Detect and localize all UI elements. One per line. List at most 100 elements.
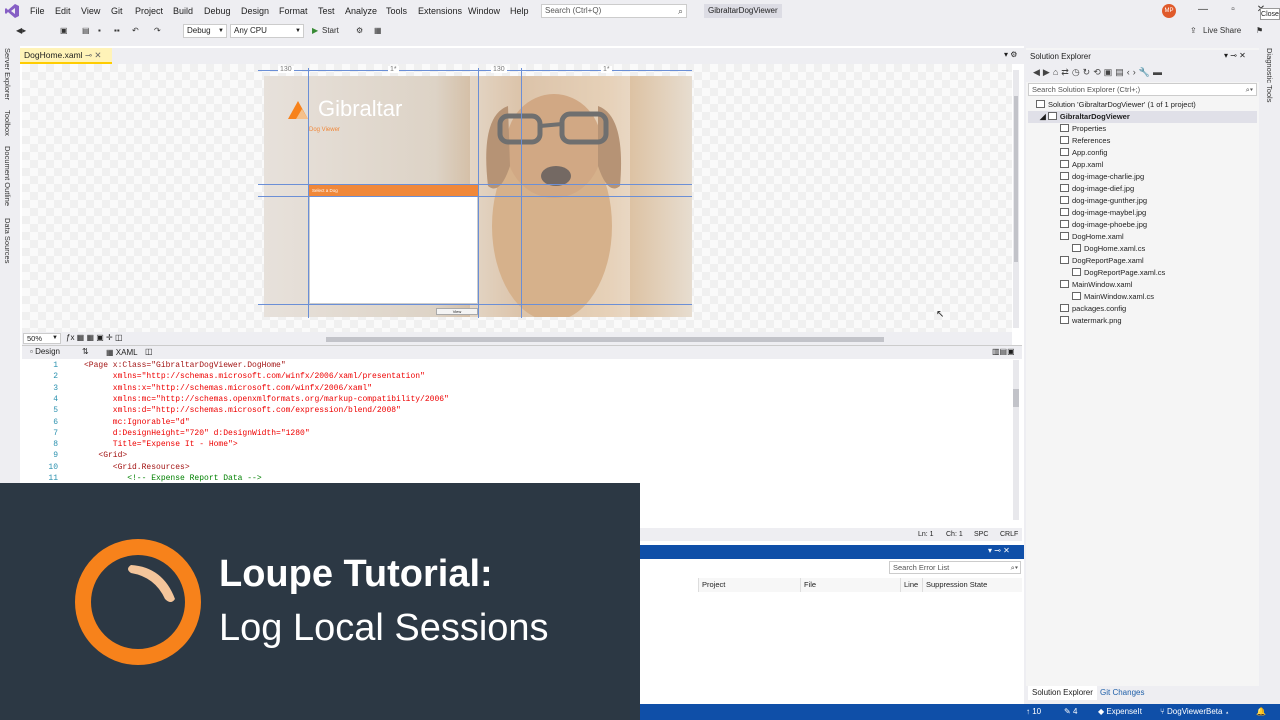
tree-item[interactable]: MainWindow.xaml.cs [1072,291,1154,303]
start-button[interactable]: Start [322,24,339,38]
avatar[interactable]: MP [1162,4,1176,18]
solution-explorer-search-input[interactable]: Search Solution Explorer (Ctrl+;) ⌕▾ [1028,83,1257,96]
notifications-icon[interactable]: 🔔 [1256,704,1266,720]
tree-item[interactable]: DogHome.xaml [1060,231,1124,243]
code-line[interactable]: d:DesignHeight="720" d:DesignWidth="1280… [84,429,310,438]
menu-debug[interactable]: Debug [204,0,231,22]
tree-item[interactable]: App.xaml [1060,159,1103,171]
tab-design[interactable]: ▫ Design [30,347,60,356]
tree-item[interactable]: References [1060,135,1110,147]
pending-changes[interactable]: ✎ 4 [1064,704,1077,720]
minimize-icon[interactable]: — [1188,0,1218,22]
error-list-window-icons[interactable]: ▾ ⊸ ✕ [988,546,1010,555]
code-line[interactable]: Title="Expense It - Home"> [84,440,238,449]
tab-overflow-icon[interactable]: ▾ ⚙ [1004,50,1017,59]
ruler-mark[interactable]: 1* [388,66,399,73]
tab-diagnostic-tools[interactable]: Diagnostic Tools [1265,48,1274,102]
back-icon[interactable]: ◀▸ [16,24,26,38]
tree-item[interactable]: DogReportPage.xaml [1060,255,1144,267]
start-icon[interactable]: ▶ [312,24,318,38]
code-line[interactable]: <Grid.Resources> [84,463,190,472]
line-ending-indicator[interactable]: CRLF [1000,531,1018,538]
feedback-icon[interactable]: ⚑ [1256,24,1263,38]
redo-icon[interactable]: ↷ [154,24,161,38]
repository-name[interactable]: ◆ ExpenseIt [1098,704,1142,720]
platform-select[interactable]: Any CPU ▼ [230,24,304,38]
menu-test[interactable]: Test [318,0,335,22]
menu-window[interactable]: Window [468,0,500,22]
hot-reload-icon[interactable]: ⚙ [356,24,363,38]
tab-xaml[interactable]: ▦ XAML [106,348,138,357]
ruler-mark[interactable]: 1* [601,66,612,73]
tree-item[interactable]: dog-image-maybel.jpg [1060,207,1146,219]
code-line[interactable]: <!-- Expense Report Data --> [84,474,261,483]
menu-git[interactable]: Git [111,0,123,22]
popout-xaml-icon[interactable]: ◫ [145,347,153,356]
live-share-button[interactable]: Live Share [1203,24,1241,38]
code-vscroll-thumb[interactable] [1013,389,1019,407]
tree-item[interactable]: packages.config [1060,303,1126,315]
tab-data-sources[interactable]: Data Sources [3,218,12,263]
new-project-icon[interactable]: ▣ [60,24,68,38]
menu-analyze[interactable]: Analyze [345,0,377,22]
error-list-search-input[interactable]: Search Error List ⌕▾ [889,561,1021,574]
tree-item[interactable]: dog-image-dief.jpg [1060,183,1134,195]
tree-item[interactable]: App.config [1060,147,1107,159]
tree-solution[interactable]: Solution 'GibraltarDogViewer' (1 of 1 pr… [1036,99,1196,111]
code-vertical-scrollbar[interactable] [1013,360,1019,520]
column-file[interactable]: File [800,578,900,592]
tree-project[interactable]: ◢ GibraltarDogViewer [1040,111,1130,123]
open-icon[interactable]: ▤ [82,24,90,38]
code-line[interactable]: xmlns:mc="http://schemas.openxmlformats.… [84,395,449,404]
column-line[interactable]: Line [900,578,922,592]
menu-format[interactable]: Format [279,0,308,22]
whitespace-indicator[interactable]: SPC [974,531,988,538]
view-button[interactable]: View [436,308,478,315]
designer-vscroll-thumb[interactable] [1014,96,1018,262]
tree-item[interactable]: dog-image-phoebe.jpg [1060,219,1147,231]
live-share-icon[interactable]: ⇪ [1190,24,1197,38]
code-line[interactable]: xmlns="http://schemas.microsoft.com/winf… [84,372,425,381]
dog-list-box[interactable] [309,196,478,304]
designer-grid-options-icon[interactable]: ƒx ▦ ▦ ▣ ✛ ◫ [66,333,123,342]
tree-item[interactable]: watermark.png [1060,315,1122,327]
menu-help[interactable]: Help [510,0,529,22]
ruler-mark[interactable]: 130 [491,66,507,73]
tab-document-outline[interactable]: Document Outline [3,146,12,206]
tree-item[interactable]: dog-image-charlie.jpg [1060,171,1144,183]
column-project[interactable]: Project [698,578,800,592]
maximize-icon[interactable]: ▫ [1218,0,1248,22]
column-suppression-state[interactable]: Suppression State [922,578,1022,592]
tree-item[interactable]: dog-image-gunther.jpg [1060,195,1147,207]
code-line[interactable]: xmlns:d="http://schemas.microsoft.com/ex… [84,406,401,415]
menu-view[interactable]: View [81,0,100,22]
menu-edit[interactable]: Edit [55,0,71,22]
search-input[interactable]: Search (Ctrl+Q) ⌕ [541,4,687,18]
tab-solution-explorer[interactable]: Solution Explorer [1028,686,1097,700]
configuration-select[interactable]: Debug ▼ [183,24,227,38]
zoom-select[interactable]: 50% ▼ [23,333,61,344]
tree-item[interactable]: DogReportPage.xaml.cs [1072,267,1165,279]
solution-explorer-window-icons[interactable]: ▾ ⊸ ✕ [1224,51,1246,60]
designer-options-icon[interactable]: ▦ [374,24,382,38]
menu-design[interactable]: Design [241,0,269,22]
tree-item[interactable]: Properties [1060,123,1106,135]
menu-extensions[interactable]: Extensions [418,0,462,22]
ruler-mark[interactable]: 130 [278,66,294,73]
code-line[interactable]: xmlns:x="http://schemas.microsoft.com/wi… [84,384,372,393]
solution-explorer-toolbar-icons[interactable]: ◀▶⌂⇄◷↻⟲▣▤‹›🔧▬ [1033,67,1165,78]
menu-project[interactable]: Project [135,0,163,22]
tab-toolbox[interactable]: Toolbox [3,110,12,136]
undo-icon[interactable]: ↶ [132,24,139,38]
save-all-icon[interactable]: ▪▪ [114,24,120,38]
branch-name[interactable]: ⑂ DogViewerBeta ▴ [1160,704,1230,720]
swap-panes-icon[interactable]: ⇅ [82,347,89,356]
code-line[interactable]: mc:Ignorable="d" [84,418,190,427]
save-icon[interactable]: ▪ [98,24,101,38]
menu-build[interactable]: Build [173,0,193,22]
menu-tools[interactable]: Tools [386,0,407,22]
unpushed-commits[interactable]: ↑ 10 [1026,704,1041,720]
tab-server-explorer[interactable]: Server Explorer [3,48,12,100]
tree-item[interactable]: DogHome.xaml.cs [1072,243,1145,255]
tab-git-changes[interactable]: Git Changes [1096,686,1148,700]
